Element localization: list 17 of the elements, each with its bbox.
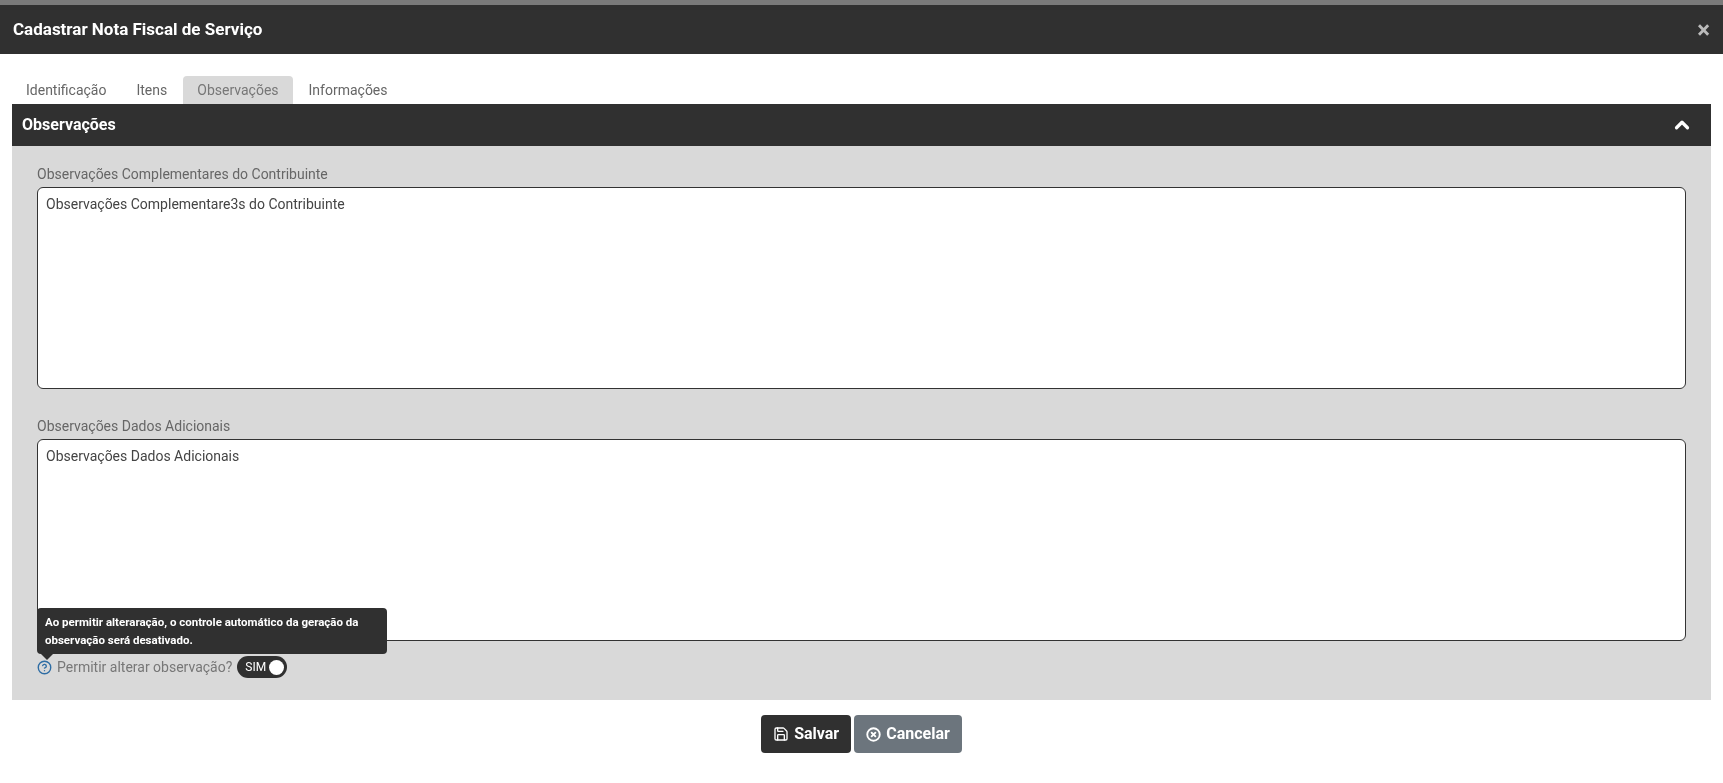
tooltip-arrow — [41, 654, 53, 660]
tab[interactable]: Identificação — [12, 76, 121, 104]
field-label: Observações Complementares do Contribuinte — [37, 166, 329, 182]
close-circle-icon — [866, 726, 882, 742]
toggle-switch[interactable]: SIM — [237, 656, 288, 678]
close-button[interactable]: × — [1697, 17, 1710, 42]
text-area[interactable]: Observações Complementare3s do Contribuinte — [37, 187, 1686, 389]
field-label: Observações Dados Adicionais — [37, 418, 232, 434]
cancel-button[interactable]: Cancelar — [854, 715, 962, 753]
window-title: Cadastrar Nota Fiscal de Serviço — [13, 17, 263, 41]
tab[interactable]: Informações — [294, 76, 402, 104]
save-button[interactable]: Salvar — [761, 715, 852, 753]
help-icon[interactable] — [37, 659, 52, 675]
section-title: Observações — [22, 114, 116, 136]
section-header[interactable]: Observações — [12, 104, 1711, 146]
tab[interactable]: Itens — [122, 76, 182, 104]
toggle-label: Permitir alterar observação? — [57, 657, 233, 677]
